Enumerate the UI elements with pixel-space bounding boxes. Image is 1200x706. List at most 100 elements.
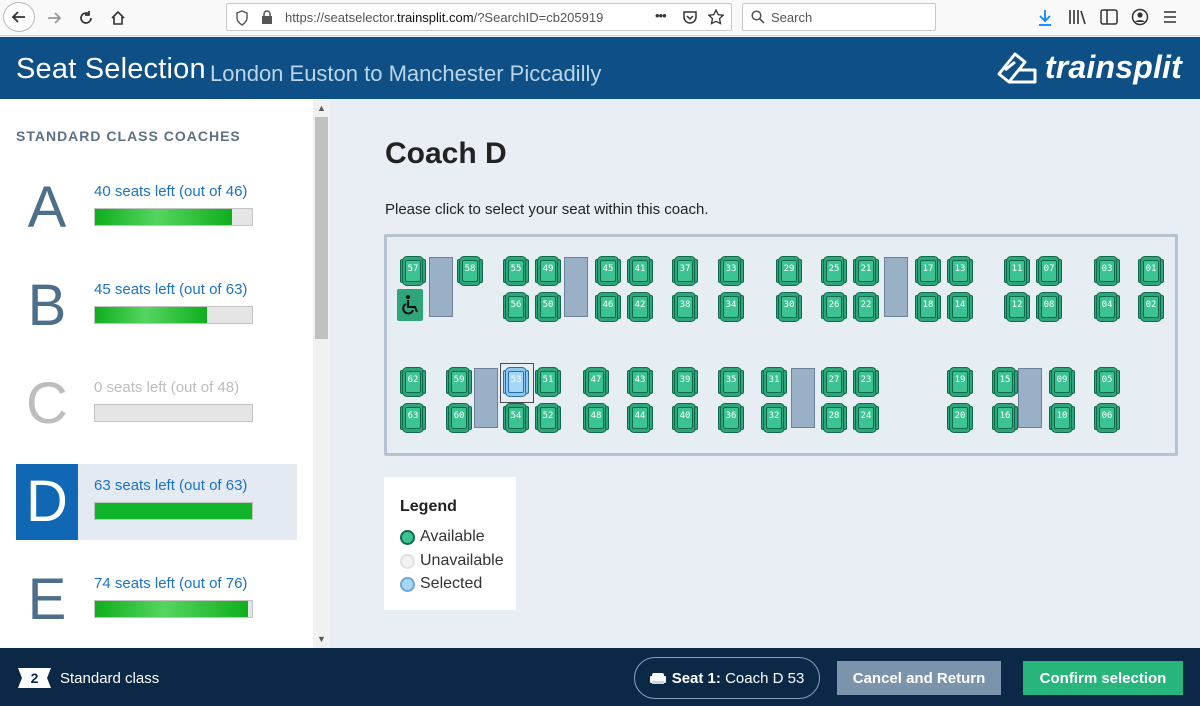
- seat-45[interactable]: 45: [595, 256, 621, 286]
- seat-40[interactable]: 40: [672, 403, 698, 433]
- search-bar[interactable]: [742, 3, 936, 31]
- seat-23[interactable]: 23: [853, 367, 879, 397]
- seat-14[interactable]: 14: [947, 292, 973, 322]
- coach-item-b[interactable]: B 45 seats left (out of 63): [16, 268, 297, 344]
- footer-bar: 2 Standard class Seat 1: Coach D 53 Canc…: [0, 648, 1200, 706]
- seat-24[interactable]: 24: [853, 403, 879, 433]
- seat-33[interactable]: 33: [718, 256, 744, 286]
- seat-56[interactable]: 56: [503, 292, 529, 322]
- seat-05[interactable]: 05: [1094, 367, 1120, 397]
- seat-13[interactable]: 13: [947, 256, 973, 286]
- seat-20[interactable]: 20: [947, 403, 973, 433]
- coach-letter: D: [16, 464, 78, 540]
- scrollbar-thumb[interactable]: [315, 117, 328, 339]
- seat-number: 30: [783, 300, 795, 310]
- seat-54[interactable]: 54: [503, 403, 529, 433]
- seat-36[interactable]: 36: [718, 403, 744, 433]
- seat-59[interactable]: 59: [446, 367, 472, 397]
- seat-57[interactable]: 57: [400, 256, 426, 286]
- download-icon[interactable]: [1037, 9, 1053, 27]
- back-button[interactable]: [3, 2, 35, 32]
- seat-01[interactable]: 01: [1138, 256, 1164, 286]
- seat-03[interactable]: 03: [1094, 256, 1120, 286]
- coach-item-a[interactable]: A 40 seats left (out of 46): [16, 170, 297, 246]
- seat-43[interactable]: 43: [627, 367, 653, 397]
- seat-35[interactable]: 35: [718, 367, 744, 397]
- page-actions-menu[interactable]: •••: [655, 8, 667, 23]
- seat-41[interactable]: 41: [627, 256, 653, 286]
- coach-item-e[interactable]: E 74 seats left (out of 76): [16, 562, 297, 638]
- route-subtitle: London Euston to Manchester Piccadilly: [210, 61, 602, 86]
- seat-06[interactable]: 06: [1094, 403, 1120, 433]
- seat-02[interactable]: 02: [1138, 292, 1164, 322]
- seat-09[interactable]: 09: [1049, 367, 1075, 397]
- seat-12[interactable]: 12: [1004, 292, 1030, 322]
- seat-26[interactable]: 26: [821, 292, 847, 322]
- seat-52[interactable]: 52: [535, 403, 561, 433]
- seat-number: 53: [510, 375, 522, 385]
- cancel-and-return-button[interactable]: Cancel and Return: [837, 661, 1001, 695]
- seat-19[interactable]: 19: [947, 367, 973, 397]
- sidebar-toggle-icon[interactable]: [1100, 9, 1118, 25]
- seat-16[interactable]: 16: [992, 403, 1018, 433]
- legend-dot: [400, 529, 415, 545]
- seat-38[interactable]: 38: [672, 292, 698, 322]
- brand-logo[interactable]: trainsplit: [995, 49, 1182, 86]
- seat-22[interactable]: 22: [853, 292, 879, 322]
- scroll-down-arrow-icon[interactable]: ▼: [313, 631, 330, 647]
- seat-42[interactable]: 42: [627, 292, 653, 322]
- seat-53[interactable]: 53: [500, 363, 534, 403]
- seat-51[interactable]: 51: [535, 367, 561, 397]
- home-button[interactable]: [104, 4, 132, 32]
- bookmark-star-icon[interactable]: [708, 9, 724, 25]
- seat-58[interactable]: 58: [457, 256, 483, 286]
- forward-button[interactable]: [40, 4, 68, 32]
- seat-34[interactable]: 34: [718, 292, 744, 322]
- seat-50[interactable]: 50: [535, 292, 561, 322]
- seat-49[interactable]: 49: [535, 256, 561, 286]
- library-icon[interactable]: [1068, 9, 1086, 25]
- seat-07[interactable]: 07: [1036, 256, 1062, 286]
- seat-number: 55: [510, 264, 522, 274]
- seat-29[interactable]: 29: [776, 256, 802, 286]
- seat-17[interactable]: 17: [915, 256, 941, 286]
- scroll-up-arrow-icon[interactable]: ▲: [313, 100, 330, 116]
- selected-seat-pill[interactable]: Seat 1: Coach D 53: [634, 657, 820, 699]
- availability-fill: [95, 601, 248, 617]
- seat-55[interactable]: 55: [503, 256, 529, 286]
- coach-item-d[interactable]: D 63 seats left (out of 63): [16, 464, 297, 540]
- seat-48[interactable]: 48: [583, 403, 609, 433]
- seat-25[interactable]: 25: [821, 256, 847, 286]
- seat-number: 59: [453, 375, 465, 385]
- seat-11[interactable]: 11: [1004, 256, 1030, 286]
- hamburger-menu-icon[interactable]: [1162, 9, 1178, 25]
- seat-47[interactable]: 47: [583, 367, 609, 397]
- seat-62[interactable]: 62: [400, 367, 426, 397]
- seat-10[interactable]: 10: [1049, 403, 1075, 433]
- confirm-selection-button[interactable]: Confirm selection: [1023, 661, 1183, 695]
- seat-32[interactable]: 32: [761, 403, 787, 433]
- reload-button[interactable]: [72, 4, 100, 32]
- pocket-icon[interactable]: [682, 9, 698, 25]
- account-icon[interactable]: [1131, 8, 1149, 26]
- seat-28[interactable]: 28: [821, 403, 847, 433]
- seat-04[interactable]: 04: [1094, 292, 1120, 322]
- seat-37[interactable]: 37: [672, 256, 698, 286]
- address-bar[interactable]: https://seatselector.trainsplit.com/?Sea…: [226, 3, 732, 31]
- seat-46[interactable]: 46: [595, 292, 621, 322]
- coach-letter: B: [27, 273, 67, 338]
- seat-18[interactable]: 18: [915, 292, 941, 322]
- seat-15[interactable]: 15: [992, 367, 1018, 397]
- seat-27[interactable]: 27: [821, 367, 847, 397]
- search-input[interactable]: [769, 8, 929, 26]
- seat-30[interactable]: 30: [776, 292, 802, 322]
- seat-08[interactable]: 08: [1036, 292, 1062, 322]
- seat-number: 54: [510, 411, 522, 421]
- sidebar-scrollbar[interactable]: ▲ ▼: [313, 99, 330, 648]
- seat-31[interactable]: 31: [761, 367, 787, 397]
- seat-39[interactable]: 39: [672, 367, 698, 397]
- seat-21[interactable]: 21: [853, 256, 879, 286]
- seat-60[interactable]: 60: [446, 403, 472, 433]
- seat-44[interactable]: 44: [627, 403, 653, 433]
- seat-63[interactable]: 63: [400, 403, 426, 433]
